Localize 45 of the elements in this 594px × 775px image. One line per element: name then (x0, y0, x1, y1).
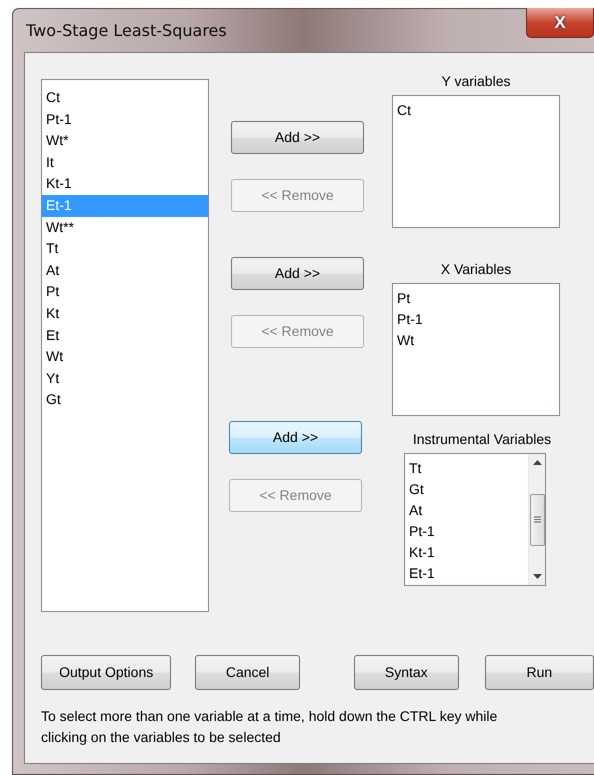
list-item[interactable]: Gt (405, 479, 528, 500)
instruction-text: To select more than one variable at a time, hold down the CTRL key while clicking on the variables to be selected (41, 707, 498, 747)
add-button[interactable]: Add >> (229, 421, 362, 454)
list-item[interactable]: Et-1 (405, 563, 528, 584)
add-button[interactable]: Add >> (231, 257, 364, 290)
dialog-button[interactable]: Output Options (41, 655, 172, 690)
list-item[interactable]: Pt (42, 281, 208, 303)
dialog-button[interactable]: Syntax (354, 655, 459, 690)
list-item[interactable]: Pt-1 (42, 108, 208, 130)
x-variable-list[interactable]: Pt Pt-1 Wt (392, 283, 560, 416)
list-item[interactable]: Tt (405, 458, 528, 479)
scrollbar[interactable] (528, 454, 545, 585)
close-button[interactable]: X (526, 8, 594, 38)
scroll-up-icon[interactable] (532, 460, 542, 465)
list-item[interactable]: Gt (42, 389, 208, 411)
list-item[interactable]: It (42, 152, 208, 174)
scroll-down-icon[interactable] (532, 574, 542, 579)
list-item[interactable]: Wt* (42, 130, 208, 152)
list-item[interactable]: Wt** (42, 216, 208, 238)
variable-list[interactable]: Ct Pt-1 Wt* It Kt-1 Et-1 Wt** Tt At Pt Kt Et Wt Yt Gt (41, 79, 209, 612)
list-item[interactable]: Tt (42, 238, 208, 260)
list-item[interactable]: Pt-1 (405, 521, 528, 542)
list-item[interactable]: At (42, 260, 208, 282)
dialog-button[interactable]: Run (484, 655, 594, 690)
list-item[interactable]: At (405, 500, 528, 521)
list-item[interactable]: Kt-1 (42, 173, 208, 195)
list-item[interactable]: Kt (42, 302, 208, 325)
list-item[interactable]: Kt-1 (405, 542, 528, 563)
list-item[interactable]: Wt (393, 330, 559, 351)
add-button[interactable]: Add >> (231, 121, 364, 154)
list-item[interactable]: Ct (42, 87, 208, 109)
list-item[interactable]: Yt (42, 368, 208, 390)
instrumental-list[interactable]: Tt Gt At Pt-1 Kt-1 Et-1 (404, 453, 546, 586)
list-item[interactable]: Pt-1 (393, 309, 559, 330)
dialog-button[interactable]: Cancel (195, 655, 300, 690)
section-label: X Variables (440, 260, 512, 279)
list-item[interactable]: Pt (393, 288, 559, 309)
section-label: Y variables (441, 72, 510, 91)
section-label: Instrumental Variables (412, 430, 552, 449)
list-item[interactable]: Ct (393, 100, 559, 121)
list-item[interactable]: Et (42, 324, 208, 346)
list-item[interactable]: Wt (42, 346, 208, 368)
scroll-thumb[interactable] (530, 494, 544, 546)
window-title: Two-Stage Least-Squares (25, 20, 227, 42)
y-variable-list[interactable]: Ct (392, 95, 560, 228)
